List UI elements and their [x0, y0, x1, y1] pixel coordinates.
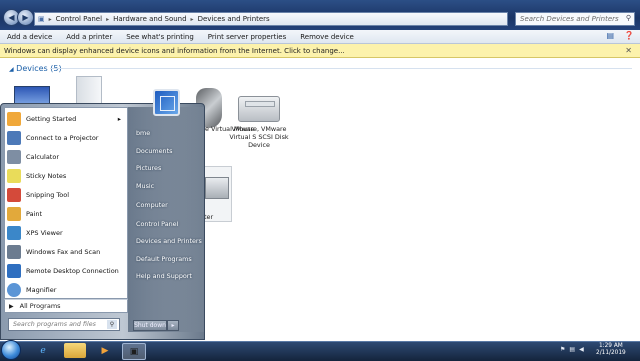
- shutdown-options-button[interactable]: ▸: [167, 320, 179, 331]
- forward-button[interactable]: ▶: [17, 9, 34, 26]
- breadcrumb-item[interactable]: Devices and Printers: [198, 15, 270, 23]
- program-item-fax-scan[interactable]: Windows Fax and Scan: [7, 243, 125, 260]
- clock-time: 1:29 AM: [598, 343, 623, 349]
- program-item-getting-started[interactable]: Getting Started ▸: [7, 110, 125, 127]
- projector-icon: [7, 130, 21, 145]
- program-item-connect-projector[interactable]: Connect to a Projector: [7, 129, 125, 146]
- clock-date: 2/11/2019: [596, 350, 626, 356]
- media-player-icon[interactable]: ▶: [94, 343, 116, 358]
- help-icon[interactable]: ❓: [624, 31, 634, 40]
- program-label: Magnifier: [26, 285, 57, 294]
- program-label: Sticky Notes: [26, 171, 67, 180]
- see-whats-printing-button[interactable]: See what's printing: [119, 33, 201, 41]
- program-label: Calculator: [26, 152, 60, 161]
- start-button[interactable]: [1, 340, 21, 360]
- program-item-remote-desktop[interactable]: Remote Desktop Connection: [7, 262, 125, 279]
- program-label: Windows Fax and Scan: [26, 247, 101, 256]
- program-label: Getting Started: [26, 114, 77, 123]
- start-search-input[interactable]: Search programs and files ⚲: [8, 318, 120, 331]
- scissors-icon: [7, 187, 21, 202]
- fax-icon: [7, 244, 21, 259]
- devices-printers-taskbar-icon[interactable]: ▣: [122, 343, 146, 360]
- network-icon[interactable]: ▤: [569, 346, 575, 353]
- program-label: Remote Desktop Connection: [26, 266, 119, 275]
- start-link-documents[interactable]: Documents: [136, 147, 172, 155]
- sticky-notes-icon: [7, 168, 21, 183]
- shutdown-label: Shut down: [134, 322, 166, 329]
- program-item-xps-viewer[interactable]: XPS Viewer: [7, 224, 125, 241]
- calculator-icon: [7, 149, 21, 164]
- program-item-magnifier[interactable]: Magnifier: [7, 281, 125, 298]
- start-link-help-support[interactable]: Help and Support: [136, 272, 192, 280]
- add-device-button[interactable]: Add a device: [0, 33, 59, 41]
- all-programs-button[interactable]: ▶ All Programs: [4, 299, 128, 313]
- chevron-right-icon: ▸: [190, 15, 194, 23]
- program-label: XPS Viewer: [26, 228, 63, 237]
- chevron-right-icon: ▶: [9, 302, 14, 310]
- getting-started-icon: [7, 111, 21, 126]
- file-explorer-icon[interactable]: [64, 343, 86, 358]
- internet-explorer-icon[interactable]: ℯ: [32, 343, 54, 358]
- volume-icon[interactable]: ◀: [579, 346, 584, 353]
- start-link-devices-printers[interactable]: Devices and Printers: [136, 237, 202, 245]
- user-picture[interactable]: [153, 89, 180, 116]
- xps-viewer-icon: [7, 225, 21, 240]
- chevron-right-icon: ▸: [106, 15, 110, 23]
- device-label[interactable]: VMware, VMware Virtual S SCSI Disk Devic…: [228, 125, 290, 149]
- add-printer-button[interactable]: Add a printer: [59, 33, 119, 41]
- start-link-user[interactable]: bme: [136, 129, 150, 137]
- program-item-sticky-notes[interactable]: Sticky Notes: [7, 167, 125, 184]
- program-label: Paint: [26, 209, 43, 218]
- program-label: Snipping Tool: [26, 190, 70, 199]
- start-search-placeholder: Search programs and files: [13, 321, 96, 328]
- programs-list: Getting Started ▸ Connect to a Projector…: [4, 107, 128, 299]
- search-icon[interactable]: ⚲: [626, 14, 631, 22]
- clock[interactable]: 1:29 AM 2/11/2019: [596, 343, 626, 357]
- folder-icon: ▣: [38, 15, 45, 23]
- remote-desktop-icon: [7, 263, 21, 278]
- printer-icon: [205, 177, 229, 199]
- chevron-right-icon: ▸: [48, 15, 52, 23]
- print-server-properties-button[interactable]: Print server properties: [201, 33, 293, 41]
- chevron-down-icon: ◢: [9, 66, 14, 73]
- info-bar-message[interactable]: Windows can display enhanced device icon…: [4, 47, 345, 55]
- flag-icon[interactable]: ⚑: [560, 346, 565, 353]
- start-link-music[interactable]: Music: [136, 182, 154, 190]
- system-tray: ⚑ ▤ ◀: [560, 346, 584, 353]
- all-programs-label: All Programs: [19, 302, 61, 310]
- remove-device-button[interactable]: Remove device: [293, 33, 361, 41]
- program-label: Connect to a Projector: [26, 133, 99, 142]
- search-input[interactable]: Search Devices and Printers ⚲: [515, 12, 635, 26]
- search-placeholder: Search Devices and Printers: [520, 15, 619, 23]
- search-icon[interactable]: ⚲: [107, 320, 117, 329]
- breadcrumb-item[interactable]: Control Panel: [56, 15, 102, 23]
- breadcrumb-item[interactable]: Hardware and Sound: [113, 15, 186, 23]
- magnifier-icon: [7, 282, 21, 297]
- program-item-calculator[interactable]: Calculator: [7, 148, 125, 165]
- close-icon[interactable]: ✕: [625, 46, 632, 55]
- start-link-control-panel[interactable]: Control Panel: [136, 220, 178, 228]
- disk-drive-icon[interactable]: [238, 96, 280, 122]
- program-item-paint[interactable]: Paint: [7, 205, 125, 222]
- command-bar: Add a device Add a printer See what's pr…: [0, 30, 640, 44]
- chevron-right-icon: ▸: [117, 114, 121, 123]
- start-link-pictures[interactable]: Pictures: [136, 164, 161, 172]
- start-link-default-programs[interactable]: Default Programs: [136, 255, 192, 263]
- view-options: ▤ ❓: [606, 31, 634, 40]
- start-link-computer[interactable]: Computer: [136, 201, 168, 209]
- view-options-icon[interactable]: ▤: [606, 31, 614, 40]
- shutdown-button[interactable]: Shut down: [133, 320, 167, 331]
- breadcrumb[interactable]: ▣ ▸ Control Panel ▸ Hardware and Sound ▸…: [34, 12, 508, 26]
- paint-icon: [7, 206, 21, 221]
- info-bar[interactable]: Windows can display enhanced device icon…: [0, 44, 640, 58]
- program-item-snipping-tool[interactable]: Snipping Tool: [7, 186, 125, 203]
- divider: [50, 68, 632, 69]
